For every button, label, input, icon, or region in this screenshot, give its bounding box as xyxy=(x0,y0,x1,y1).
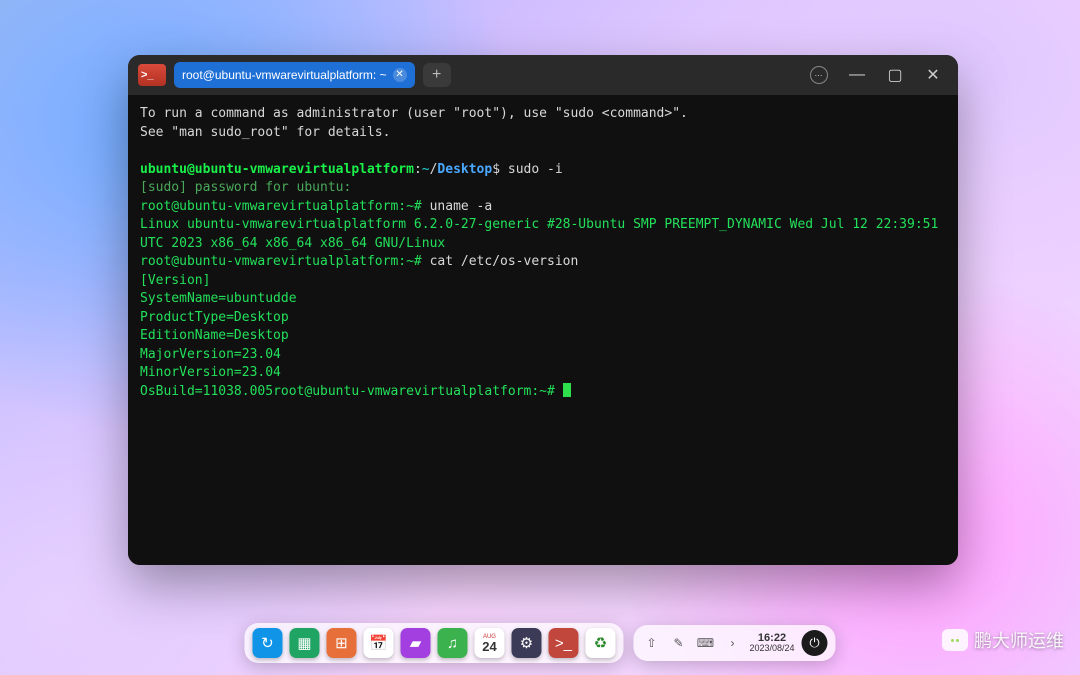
window-titlebar[interactable]: >_ root@ubuntu-vmwarevirtualplatform: ~ … xyxy=(128,55,958,95)
dock-item-spreadsheet[interactable]: ▦ xyxy=(289,628,319,658)
root-sep-2: : xyxy=(398,254,406,269)
uname-output: Linux ubuntu-vmwarevirtualplatform 6.2.0… xyxy=(140,217,946,251)
osver-2: SystemName=ubuntudde xyxy=(140,291,297,306)
tab-title: root@ubuntu-vmwarevirtualplatform: ~ xyxy=(182,68,387,82)
osver-5: MajorVersion=23.04 xyxy=(140,347,281,362)
root-prompt-2: root@ubuntu-vmwarevirtualplatform xyxy=(140,254,398,269)
osver-7a: OsBuild=11038.005 xyxy=(140,384,273,399)
root-prompt-3: root@ubuntu-vmwarevirtualplatform:~# xyxy=(273,384,563,399)
dock-item-trash[interactable]: ♻ xyxy=(585,628,615,658)
tray-pin-icon[interactable]: ✎ xyxy=(668,633,688,653)
tray-date: 2023/08/24 xyxy=(749,644,794,654)
tray-up-icon[interactable]: ⇧ xyxy=(641,633,661,653)
dock-item-terminal[interactable]: >_ xyxy=(548,628,578,658)
motd-line-2: See "man sudo_root" for details. xyxy=(140,125,390,140)
minimize-icon: — xyxy=(849,66,865,84)
dock-item-settings[interactable]: ⚙ xyxy=(511,628,541,658)
command-sudo: sudo -i xyxy=(508,162,563,177)
dock-item-connect[interactable]: ↻ xyxy=(252,628,282,658)
watermark-text: 鹏大师运维 xyxy=(974,627,1064,653)
dock-item-photos[interactable]: ▰ xyxy=(400,628,430,658)
command-uname: uname -a xyxy=(430,199,493,214)
sudo-prompt: [sudo] password for ubuntu: xyxy=(140,180,351,195)
new-tab-button[interactable]: + xyxy=(423,63,451,87)
root-path-1: ~# xyxy=(406,199,422,214)
maximize-icon: ▢ xyxy=(887,65,902,85)
prompt-sym: $ xyxy=(492,162,500,177)
tray-expand-icon[interactable]: › xyxy=(722,633,742,653)
osver-4: EditionName=Desktop xyxy=(140,328,289,343)
window-close-button[interactable]: ✕ xyxy=(918,60,948,90)
tab-close-icon[interactable]: ✕ xyxy=(393,68,407,82)
dock-item-calendar[interactable]: 📅 xyxy=(363,628,393,658)
close-icon: ✕ xyxy=(926,65,939,85)
dock-area: ↻▦⊞📅▰♫AUG24⚙>_♻ ⇧ ✎ ⌨ › 16:22 2023/08/24… xyxy=(244,623,835,663)
dock-item-apps[interactable]: ⊞ xyxy=(326,628,356,658)
dock-item-music[interactable]: ♫ xyxy=(437,628,467,658)
wechat-icon xyxy=(942,629,968,651)
terminal-tab-active[interactable]: root@ubuntu-vmwarevirtualplatform: ~ ✕ xyxy=(174,62,415,88)
terminal-window: >_ root@ubuntu-vmwarevirtualplatform: ~ … xyxy=(128,55,958,565)
system-tray: ⇧ ✎ ⌨ › 16:22 2023/08/24 ⏻ xyxy=(633,625,835,661)
osver-1: [Version] xyxy=(140,273,210,288)
dock-item-date[interactable]: AUG24 xyxy=(474,628,504,658)
menu-icon: ⋯ xyxy=(810,66,828,84)
terminal-app-icon: >_ xyxy=(138,64,166,86)
watermark: 鹏大师运维 xyxy=(942,627,1064,653)
root-path-2: ~# xyxy=(406,254,422,269)
window-menu-button[interactable]: ⋯ xyxy=(804,60,834,90)
root-prompt-1: root@ubuntu-vmwarevirtualplatform xyxy=(140,199,398,214)
window-minimize-button[interactable]: — xyxy=(842,60,872,90)
root-sep-1: : xyxy=(398,199,406,214)
motd-line-1: To run a command as administrator (user … xyxy=(140,106,688,121)
terminal-body[interactable]: To run a command as administrator (user … xyxy=(128,95,958,565)
terminal-cursor xyxy=(563,383,571,397)
prompt-sep: : xyxy=(414,162,422,177)
tray-keyboard-icon[interactable]: ⌨ xyxy=(695,633,715,653)
dock: ↻▦⊞📅▰♫AUG24⚙>_♻ xyxy=(244,623,623,663)
prompt-desktop: Desktop xyxy=(437,162,492,177)
osver-3: ProductType=Desktop xyxy=(140,310,289,325)
window-maximize-button[interactable]: ▢ xyxy=(880,60,910,90)
prompt-user: ubuntu@ubuntu-vmwarevirtualplatform xyxy=(140,162,414,177)
power-button[interactable]: ⏻ xyxy=(802,630,828,656)
prompt-tilde: ~ xyxy=(422,162,430,177)
tray-clock[interactable]: 16:22 2023/08/24 xyxy=(749,632,794,654)
command-cat: cat /etc/os-version xyxy=(430,254,579,269)
osver-6: MinorVersion=23.04 xyxy=(140,365,281,380)
